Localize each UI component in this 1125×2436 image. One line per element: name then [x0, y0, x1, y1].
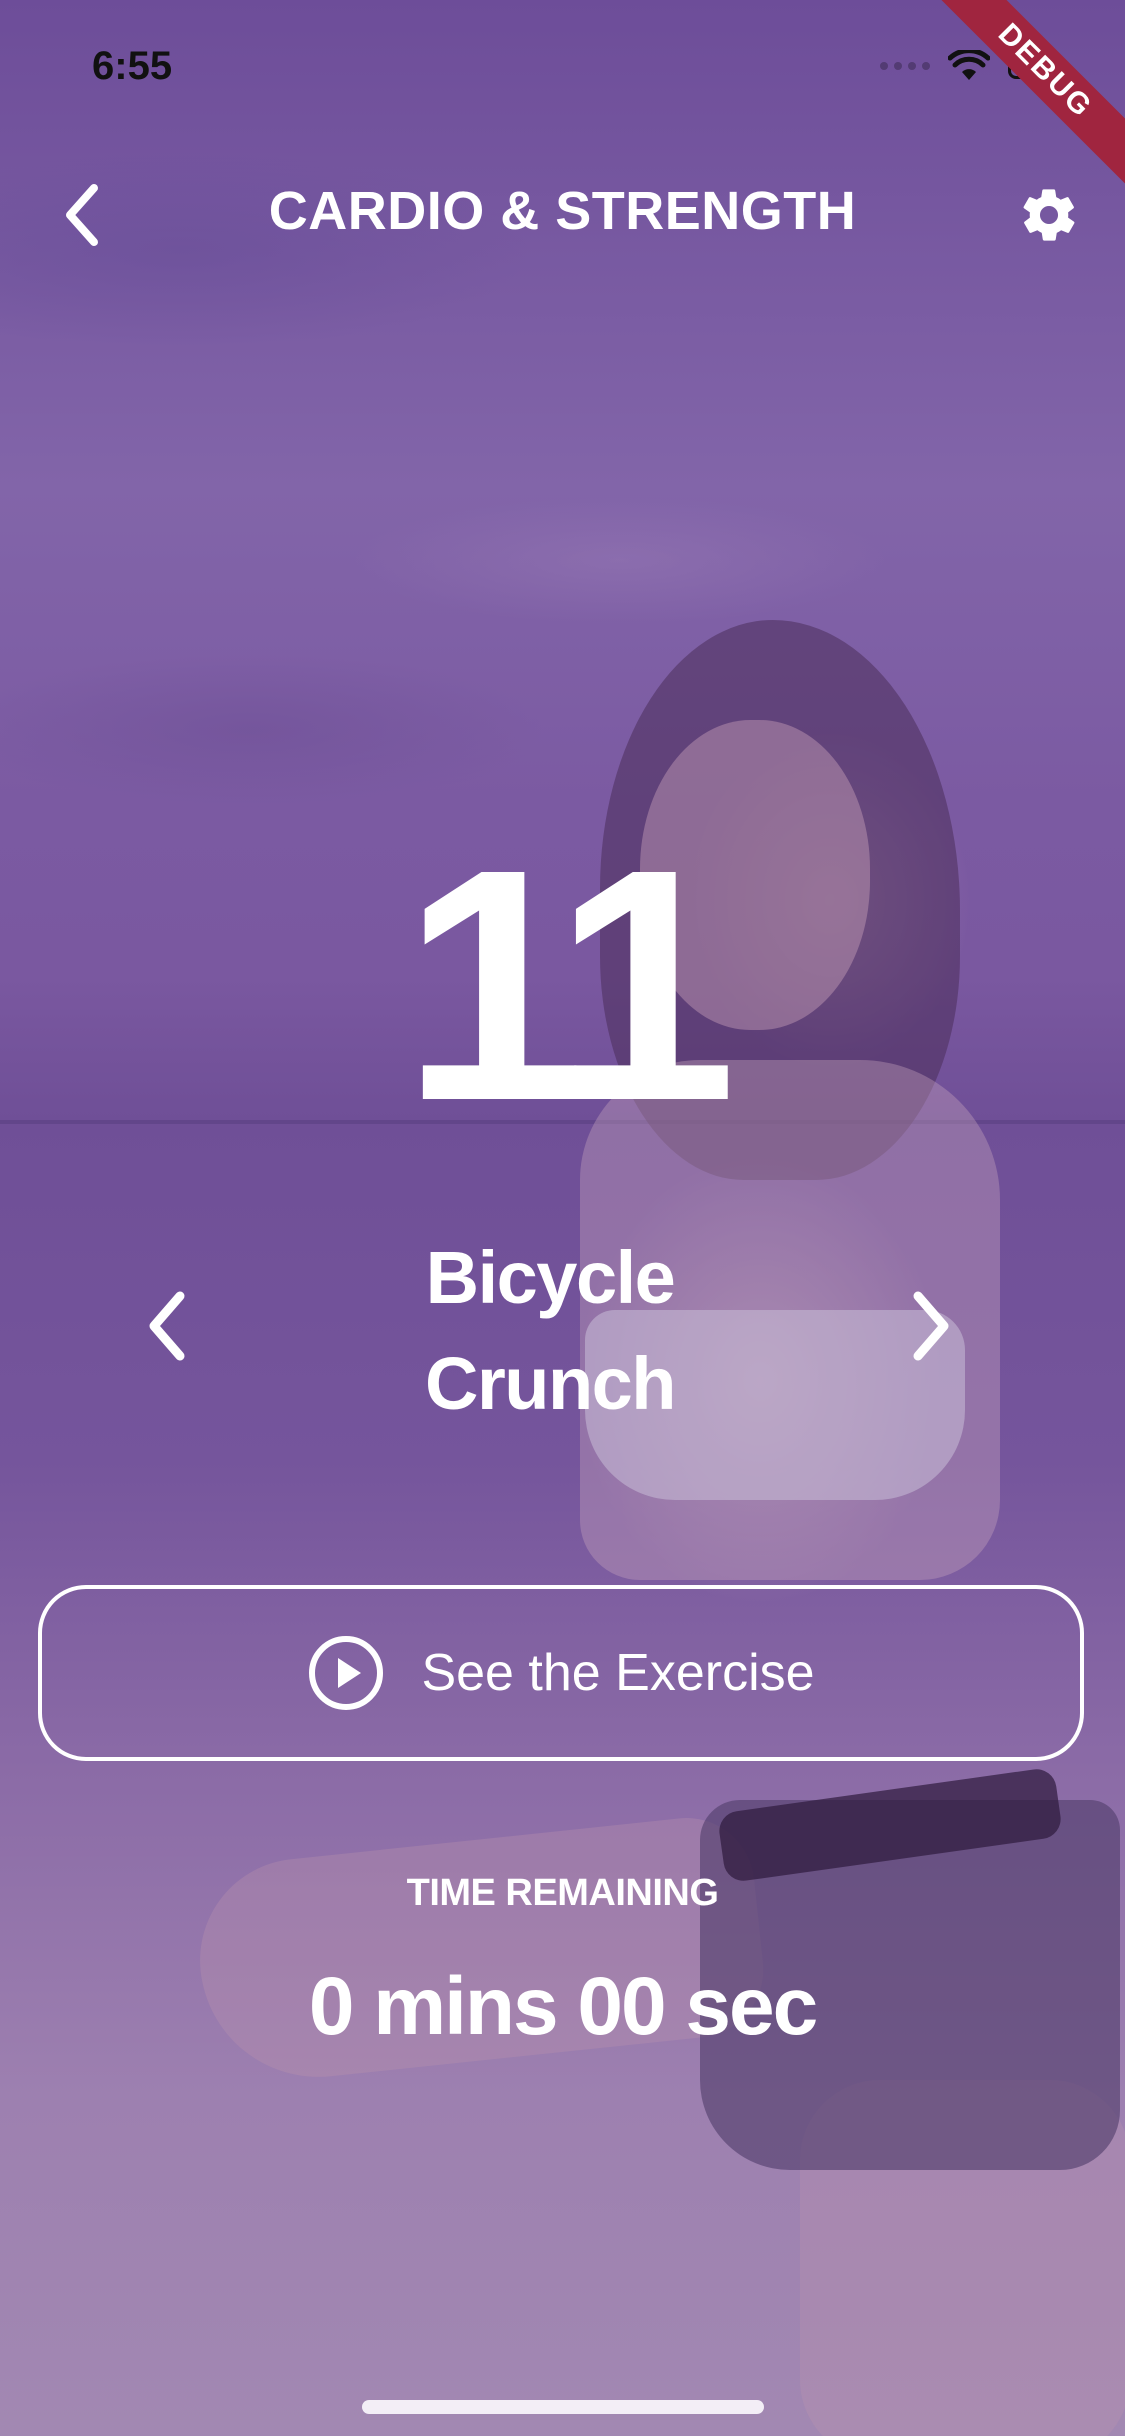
see-exercise-label: See the Exercise — [421, 1644, 815, 1702]
previous-exercise-button[interactable] — [138, 1286, 198, 1366]
exercise-name: Bicycle Crunch — [330, 1225, 770, 1437]
play-circle-icon — [309, 1636, 384, 1710]
exercise-counter: 11 — [402, 800, 737, 1169]
next-exercise-button[interactable] — [900, 1286, 960, 1366]
gear-icon — [1023, 189, 1075, 241]
chevron-right-icon — [913, 1291, 949, 1361]
exercise-name-line: Crunch — [425, 1342, 677, 1425]
workout-screen: 6:55 DEBUG CARDIO & STRENGTH 11 Bicycle — [0, 0, 1125, 2436]
status-time: 6:55 — [92, 44, 173, 88]
signal-dots-icon — [880, 62, 930, 70]
settings-button[interactable] — [1018, 184, 1088, 254]
wifi-icon — [948, 50, 990, 80]
page-title: CARDIO & STRENGTH — [268, 181, 857, 241]
status-bar: 6:55 — [0, 0, 1125, 140]
home-indicator[interactable] — [362, 2400, 764, 2414]
time-remaining-value: 0 mins 00 sec — [308, 1961, 818, 2052]
exercise-name-line: Bicycle — [425, 1236, 676, 1319]
chevron-left-icon — [149, 1291, 185, 1361]
time-remaining-label: TIME REMAINING — [406, 1872, 719, 1914]
see-exercise-button[interactable]: See the Exercise — [38, 1585, 1084, 1761]
